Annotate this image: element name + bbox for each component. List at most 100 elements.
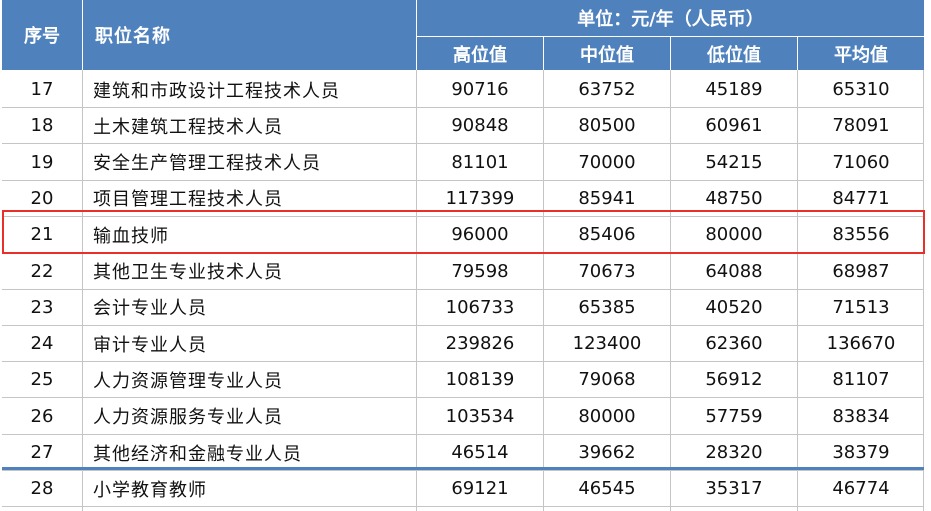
cell-mid: 80500	[578, 115, 636, 137]
cell-job-title: 安全生产管理工程技术人员	[93, 153, 321, 175]
cell-avg: 65310	[832, 79, 890, 100]
cell-high: 90716	[451, 79, 509, 100]
cell-low: 45189	[705, 79, 763, 100]
section-divider	[2, 467, 924, 470]
cell-index: 19	[30, 151, 54, 173]
table-row: 19 安全生产管理工程技术人员 81101 70000 54215 71060	[2, 145, 924, 181]
cell-mid: 65385	[578, 296, 636, 318]
cell-mid: 85406	[578, 224, 636, 246]
header-index: 序号	[2, 0, 82, 70]
cell-mid: 70000	[578, 151, 636, 173]
cell-job-title: 输血技师	[93, 225, 169, 247]
cell-low: 40520	[705, 296, 763, 318]
cell-high: 103534	[445, 405, 515, 427]
cell-job-title: 土木建筑工程技术人员	[93, 116, 283, 138]
column-divider	[416, 70, 417, 511]
table-header: 序号 职位名称 单位：元/年（人民币） 高位值 中位值 低位值 平均值	[2, 0, 924, 70]
cell-index: 25	[30, 369, 54, 391]
cell-index: 27	[30, 442, 54, 463]
cell-low: 62360	[705, 333, 763, 355]
column-divider	[923, 70, 924, 511]
cell-low: 64088	[705, 260, 763, 282]
table-row: 23 会计专业人员 106733 65385 40520 71513	[2, 290, 924, 326]
cell-job-title: 小学教育教师	[93, 479, 207, 501]
cell-index: 18	[30, 115, 54, 137]
header-job-title: 职位名称	[83, 0, 416, 70]
cell-low: 80000	[705, 224, 763, 246]
cell-high: 96000	[451, 224, 509, 246]
table-row: 26 人力资源服务专业人员 103534 80000 57759 83834	[2, 399, 924, 435]
cell-job-title: 人力资源服务专业人员	[93, 407, 283, 429]
column-divider	[670, 70, 671, 511]
column-divider	[82, 70, 83, 511]
cell-high: 106733	[445, 296, 515, 318]
cell-avg: 71513	[832, 296, 890, 318]
cell-high: 117399	[445, 187, 515, 209]
table-row: 25 人力资源管理专业人员 108139 79068 56912 81107	[2, 362, 924, 399]
cell-job-title: 建筑和市政设计工程技术人员	[93, 80, 340, 102]
cell-high: 79598	[451, 260, 509, 282]
cell-high: 108139	[445, 369, 515, 391]
cell-index: 23	[30, 296, 54, 318]
header-mid: 中位值	[544, 37, 670, 70]
cell-job-title: 其他经济和金融专业人员	[93, 443, 302, 465]
cell-low: 35317	[705, 478, 763, 500]
cell-high: 239826	[445, 333, 515, 355]
cell-high: 81101	[451, 151, 509, 173]
table-row: 24 审计专业人员 239826 123400 62360 136670	[2, 326, 924, 363]
column-divider	[797, 70, 798, 511]
cell-index: 21	[30, 224, 54, 246]
cell-index: 20	[30, 187, 54, 209]
header-high: 高位值	[417, 37, 543, 70]
cell-avg: 78091	[832, 115, 890, 137]
cell-low: 28320	[705, 442, 763, 463]
cell-high: 46514	[451, 442, 509, 463]
cell-avg: 136670	[826, 333, 896, 355]
table-row: 18 土木建筑工程技术人员 90848 80500 60961 78091	[2, 108, 924, 145]
cell-index: 22	[30, 260, 54, 282]
cell-index: 17	[30, 79, 54, 100]
cell-job-title: 会计专业人员	[93, 298, 207, 320]
table-row: 22 其他卫生专业技术人员 79598 70673 64088 68987	[2, 254, 924, 290]
cell-index: 26	[30, 405, 54, 427]
table-row: 20 项目管理工程技术人员 117399 85941 48750 84771	[2, 181, 924, 217]
cell-avg: 81107	[832, 369, 890, 391]
cell-index: 24	[30, 333, 54, 355]
cell-mid: 63752	[578, 79, 636, 100]
cell-low: 57759	[705, 405, 763, 427]
cell-avg: 46774	[832, 478, 890, 500]
header-unit: 单位：元/年（人民币）	[417, 0, 924, 36]
table-row: 27 其他经济和金融专业人员 46514 39662 28320 38379	[2, 435, 924, 471]
cell-low: 56912	[705, 369, 763, 391]
cell-mid: 70673	[578, 260, 636, 282]
cell-job-title: 其他卫生专业技术人员	[93, 262, 283, 283]
cell-avg: 83556	[832, 224, 890, 246]
cell-mid: 80000	[578, 405, 636, 427]
cell-mid: 39662	[578, 442, 636, 463]
cell-low: 54215	[705, 151, 763, 173]
header-low: 低位值	[671, 37, 797, 70]
header-divider	[417, 36, 924, 37]
cell-avg: 38379	[832, 442, 890, 463]
cell-job-title: 人力资源管理专业人员	[93, 370, 283, 392]
cell-high: 69121	[451, 478, 509, 500]
cell-mid: 85941	[578, 187, 636, 209]
header-avg: 平均值	[798, 37, 924, 70]
column-divider	[543, 70, 544, 511]
table-row: 28 小学教育教师 69121 46545 35317 46774	[2, 471, 924, 508]
cell-high: 90848	[451, 115, 509, 137]
cell-low: 60961	[705, 115, 763, 137]
cell-low: 48750	[705, 187, 763, 209]
cell-avg: 84771	[832, 187, 890, 209]
cell-avg: 83834	[832, 405, 890, 427]
cell-avg: 71060	[832, 151, 890, 173]
cell-avg: 68987	[832, 260, 890, 282]
cell-job-title: 项目管理工程技术人员	[93, 189, 283, 211]
cell-mid: 79068	[578, 369, 636, 391]
cell-index: 28	[30, 478, 54, 500]
table-row: 21 输血技师 96000 85406 80000 83556	[2, 217, 924, 254]
cell-job-title: 审计专业人员	[93, 334, 207, 356]
cell-mid: 123400	[572, 333, 642, 355]
table-row: 17 建筑和市政设计工程技术人员 90716 63752 45189 65310	[2, 72, 924, 108]
cell-mid: 46545	[578, 478, 636, 500]
